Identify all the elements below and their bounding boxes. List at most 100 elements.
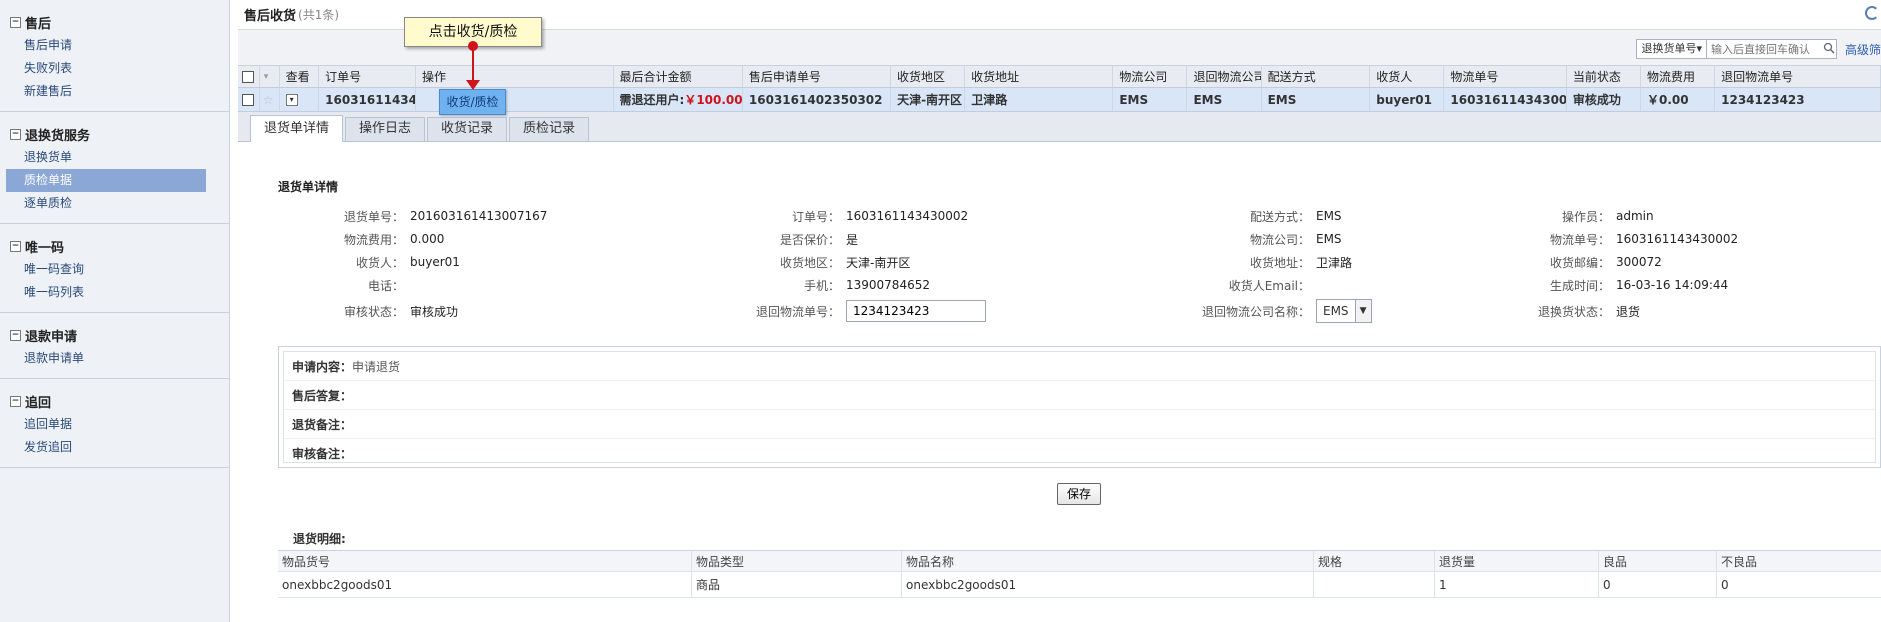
field-label: 收货邮编： (1549, 255, 1610, 270)
sidebar-item-refund-list[interactable]: 退款申请单 (0, 347, 229, 370)
return-tracking-cell: 1234123423 (1715, 88, 1881, 111)
col-region[interactable]: 收货地区 (891, 66, 966, 87)
field-ship-method: 配送方式： EMS (1000, 206, 1342, 226)
note-label: 审核备注： (292, 447, 353, 461)
col-address[interactable]: 收货地址 (965, 66, 1114, 87)
note-label: 退货备注： (292, 417, 353, 432)
sidebar-item-qc-documents[interactable]: 质检单据 (6, 169, 206, 192)
collapse-icon[interactable]: − (10, 128, 21, 140)
return-tracking-input[interactable] (846, 300, 986, 322)
record-count: (共1条) (298, 8, 340, 22)
search-field-select[interactable]: 退换货单号▾ (1636, 39, 1707, 59)
address-cell: 卫津路 (965, 88, 1114, 111)
order-no-cell: 160316114343000 (319, 88, 416, 111)
sidebar-group-title: 售后 (25, 16, 52, 32)
col-view[interactable]: 查看 (280, 66, 320, 87)
col-aftersale-no[interactable]: 售后申请单号 (743, 66, 892, 87)
note-reply: 售后答复： (284, 381, 1875, 410)
field-operator: 操作员： admin (1340, 206, 1654, 226)
field-receiver: 收货人： buyer01 (278, 252, 460, 272)
sidebar-item-code-list[interactable]: 唯一码列表 (0, 281, 229, 304)
sidebar-group-refund: − 退款申请 退款申请单 (0, 313, 229, 379)
col-ship-method[interactable]: 配送方式 (1262, 66, 1371, 87)
star-icon[interactable]: ☆ (260, 88, 280, 111)
search-icon[interactable] (1823, 42, 1835, 54)
collapse-icon[interactable]: − (10, 395, 21, 407)
field-phone: 电话： (278, 275, 410, 295)
sidebar-item-ship-recall[interactable]: 发货追回 (0, 436, 229, 459)
logistics-cell: EMS (1113, 88, 1188, 111)
col-status[interactable]: 当前状态 (1567, 66, 1641, 87)
col-amount[interactable]: 最后合计金额 (614, 66, 743, 87)
field-label: 订单号： (791, 209, 840, 224)
field-value: 1603161143430002 (1616, 232, 1739, 246)
status-cell: 审核成功 (1567, 88, 1641, 111)
col-logistics[interactable]: 物流公司 (1113, 66, 1188, 87)
field-created: 生成时间： 16-03-16 14:09:44 (1340, 275, 1728, 295)
collapse-icon[interactable]: − (10, 240, 21, 252)
search-input[interactable] (1707, 39, 1837, 59)
field-value: 天津-南开区 (846, 255, 911, 270)
sidebar-group-header[interactable]: − 退款申请 (0, 323, 229, 347)
sidebar-item-recall-docs[interactable]: 追回单据 (0, 413, 229, 436)
field-value: EMS (1316, 209, 1342, 223)
sort-icon[interactable]: ▾ (260, 66, 280, 87)
expand-row-icon[interactable]: ▾ (285, 93, 298, 106)
field-exchange-status: 退换货状态： 退货 (1340, 301, 1640, 321)
field-return-tracking: 退回物流单号： (600, 300, 986, 322)
col-tracking-no[interactable]: 物流单号 (1444, 66, 1567, 87)
field-audit-status: 审核状态： 审核成功 (278, 301, 458, 321)
sidebar-item-new-aftersale[interactable]: 新建售后 (0, 80, 229, 103)
items-header-row: 物品货号 物品类型 物品名称 规格 退货量 良品 不良品 (278, 551, 1881, 572)
sidebar-group-header[interactable]: − 追回 (0, 389, 229, 413)
tracking-no-cell: 1603161143430002 (1444, 88, 1567, 111)
amount-label: 需退还用户: (619, 93, 685, 107)
col-receiver[interactable]: 收货人 (1370, 66, 1445, 87)
col-item-bad: 不良品 (1721, 554, 1758, 569)
save-button[interactable]: 保存 (1057, 483, 1102, 505)
field-label: 收货人Email： (1228, 278, 1310, 293)
hint-arrow-dot (468, 41, 478, 51)
sidebar-item-return-orders[interactable]: 退换货单 (0, 146, 229, 169)
aftersale-no-cell: 1603161402350302 (743, 88, 892, 111)
sidebar-group-header[interactable]: − 售后 (0, 10, 229, 34)
refresh-icon[interactable] (1865, 6, 1879, 20)
col-order-no[interactable]: 订单号 (319, 66, 416, 87)
tab-qc-records[interactable]: 质检记录 (509, 117, 590, 141)
sidebar-group-header[interactable]: − 退换货服务 (0, 122, 229, 146)
col-item-good: 良品 (1599, 551, 1717, 571)
field-value: 300072 (1616, 255, 1662, 269)
receiver-cell: buyer01 (1370, 88, 1445, 111)
collapse-icon[interactable]: − (10, 329, 21, 341)
field-value: 0.000 (410, 232, 445, 246)
region-cell: 天津-南开区 (891, 88, 966, 111)
col-return-logistics[interactable]: 退回物流公司 (1187, 66, 1262, 87)
receive-qc-button[interactable]: 收货/质检 (439, 89, 506, 115)
field-label: 退回物流单号： (755, 304, 840, 319)
tab-return-detail[interactable]: 退货单详情 (250, 115, 344, 142)
col-return-tracking[interactable]: 退回物流单号 (1715, 66, 1881, 87)
return-logistics-cell: EMS (1187, 88, 1262, 111)
note-apply-content: 申请内容： 申请退货 (284, 352, 1875, 381)
field-insured: 是否保价： 是 (600, 229, 858, 249)
hint-arrow-head (466, 80, 480, 90)
sidebar-item-code-query[interactable]: 唯一码查询 (0, 258, 229, 281)
sidebar-group-header[interactable]: − 唯一码 (0, 234, 229, 258)
fee-cell: ￥0.00 (1641, 88, 1716, 111)
sidebar-item-aftersale-apply[interactable]: 售后申请 (0, 34, 229, 57)
col-operation[interactable]: 操作 (416, 66, 614, 87)
row-checkbox[interactable] (242, 93, 254, 106)
sidebar-item-failed-list[interactable]: 失败列表 (0, 57, 229, 80)
field-tracking-no: 物流单号： 1603161143430002 (1340, 229, 1738, 249)
sidebar-item-per-order-qc[interactable]: 逐单质检 (0, 192, 229, 215)
row-select-cell (238, 88, 260, 111)
tab-operation-log[interactable]: 操作日志 (345, 117, 426, 141)
select-all-cell (238, 66, 260, 87)
advanced-search-link[interactable]: 高级筛 (1845, 41, 1881, 58)
tab-receive-records[interactable]: 收货记录 (427, 117, 508, 141)
col-fee[interactable]: 物流费用 (1641, 66, 1716, 87)
collapse-icon[interactable]: − (10, 16, 21, 28)
field-return-company: 退回物流公司名称： EMS ▼ (1000, 299, 1372, 323)
select-all-checkbox[interactable] (242, 70, 254, 83)
field-label: 审核状态： (343, 304, 404, 319)
